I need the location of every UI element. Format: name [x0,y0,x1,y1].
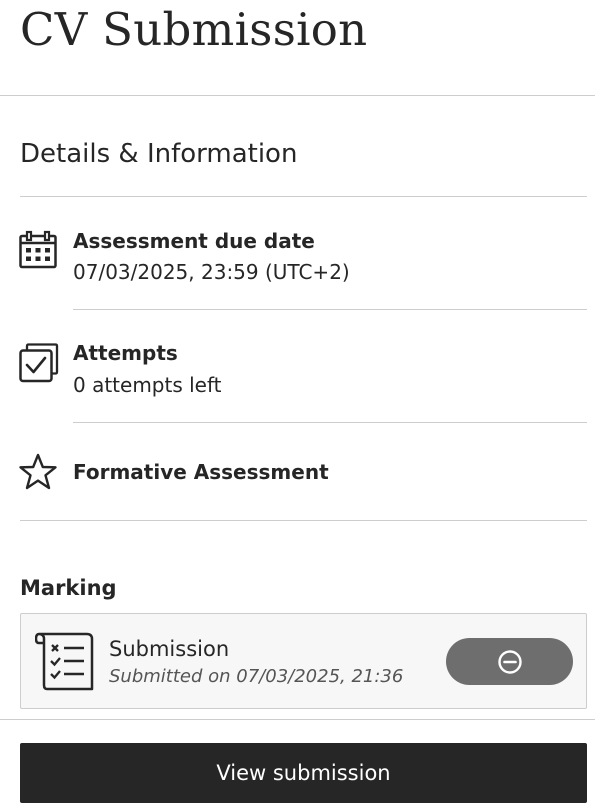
due-date-label: Assessment due date [73,229,315,253]
due-date-divider [73,309,587,310]
submission-title: Submission [109,637,230,661]
formative-divider [20,520,587,521]
details-heading: Details & Information [20,139,298,169]
submission-card: Submission Submitted on 07/03/2025, 21:3… [20,613,587,709]
details-divider [20,196,587,197]
view-submission-button[interactable]: View submission [20,743,587,803]
attempts-divider [73,422,587,423]
formative-label: Formative Assessment [73,460,329,484]
calendar-icon [19,230,57,269]
attempts-value: 0 attempts left [73,373,222,397]
marking-heading: Marking [20,576,117,600]
footer-divider [0,719,595,720]
due-date-value: 07/03/2025, 23:59 (UTC+2) [73,260,350,284]
checklist-document-icon [35,632,94,691]
title-bar: CV Submission [0,0,595,96]
star-icon [19,453,57,490]
page-title: CV Submission [20,3,368,56]
attempts-checkbox-icon [19,343,59,383]
attempts-label: Attempts [73,341,178,365]
minus-circle-icon [497,649,522,674]
submission-status-button[interactable] [446,638,573,685]
submission-subtitle: Submitted on 07/03/2025, 21:36 [109,666,404,687]
